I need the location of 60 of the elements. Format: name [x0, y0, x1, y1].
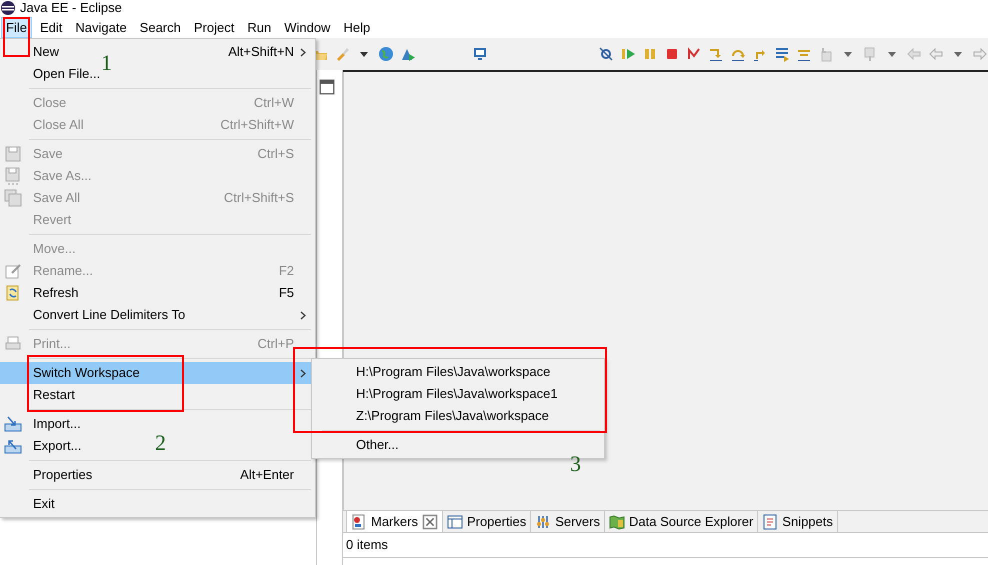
annotation-number: 3 — [570, 453, 581, 475]
menu-bar-item[interactable]: Run — [242, 16, 276, 38]
shortcut-text: Ctrl+Shift+S — [224, 189, 294, 208]
menu-bar-item[interactable]: Window — [279, 16, 336, 38]
view-tab[interactable]: Markers — [346, 511, 443, 532]
menu-item[interactable]: Convert Line Delimiters To — [33, 305, 186, 325]
shortcut-text: Ctrl+P — [258, 335, 294, 354]
shortcut-text: Ctrl+S — [258, 145, 294, 164]
skip-breakpoints-icon[interactable] — [598, 46, 614, 62]
close-icon[interactable] — [422, 514, 438, 530]
menu-item[interactable]: Open File... — [33, 64, 100, 84]
menu-bar-item[interactable]: Edit — [34, 16, 68, 38]
menu-item[interactable]: Exit — [33, 494, 55, 514]
menu-bar-item[interactable]: Search — [134, 16, 186, 38]
highlight-rectangle — [3, 17, 30, 57]
markers-icon — [351, 514, 367, 530]
window-title: Java EE - Eclipse — [20, 1, 122, 15]
menu-item[interactable]: H:\Program Files\Java\workspace — [356, 362, 550, 382]
annotation-number: 1 — [101, 52, 112, 74]
monitor-icon[interactable] — [472, 46, 488, 62]
menu-item[interactable]: Import... — [33, 414, 81, 434]
menu-item[interactable]: Z:\Program Files\Java\workspace — [356, 406, 549, 426]
snippets-icon — [762, 514, 778, 530]
eclipse-logo-icon — [0, 0, 16, 16]
menu-bar-item[interactable]: Help — [338, 16, 376, 38]
import-icon — [4, 415, 22, 433]
view-tab[interactable]: Servers — [531, 511, 605, 532]
servers-icon — [535, 514, 552, 530]
table-icon — [446, 514, 463, 530]
status-text: 0 items — [343, 533, 988, 558]
shortcut-text: F2 — [278, 262, 294, 280]
stop-icon[interactable] — [664, 46, 680, 62]
maximize-icon[interactable] — [319, 78, 335, 95]
step-into-icon[interactable] — [708, 46, 724, 62]
menu-item[interactable]: H:\Program Files\Java\workspace1 — [356, 384, 558, 404]
menu-item[interactable]: New — [33, 42, 60, 62]
map-icon — [609, 514, 625, 530]
menu-item[interactable]: Refresh — [33, 283, 79, 303]
menu-item[interactable]: Properties — [33, 465, 92, 485]
menu-item[interactable]: Restart — [33, 385, 75, 405]
menu-bar-item[interactable]: Project — [188, 16, 240, 38]
save-icon — [4, 145, 22, 163]
save-as-icon — [4, 167, 22, 185]
view-tab[interactable]: Snippets — [758, 511, 838, 532]
shortcut-text: Alt+Shift+N — [228, 43, 294, 62]
shortcut-text: F5 — [278, 284, 294, 302]
shortcut-text: Ctrl+Shift+W — [220, 116, 294, 134]
shortcut-text: Alt+Enter — [240, 466, 294, 484]
view-tab[interactable]: Properties — [442, 511, 532, 532]
drop-frame-icon[interactable] — [774, 46, 790, 62]
globe-icon[interactable] — [378, 46, 394, 62]
rename-icon — [4, 262, 22, 280]
menu-item[interactable]: Export... — [33, 436, 82, 456]
save-all-icon — [4, 189, 22, 207]
resume-icon[interactable] — [620, 46, 636, 62]
menu-item[interactable]: Other... — [356, 435, 399, 455]
view-tab[interactable]: Data Source Explorer — [605, 511, 758, 532]
shortcut-text: Ctrl+W — [254, 94, 294, 112]
menu-bar-item[interactable]: Navigate — [70, 16, 132, 38]
annotation-number: 2 — [155, 432, 166, 454]
